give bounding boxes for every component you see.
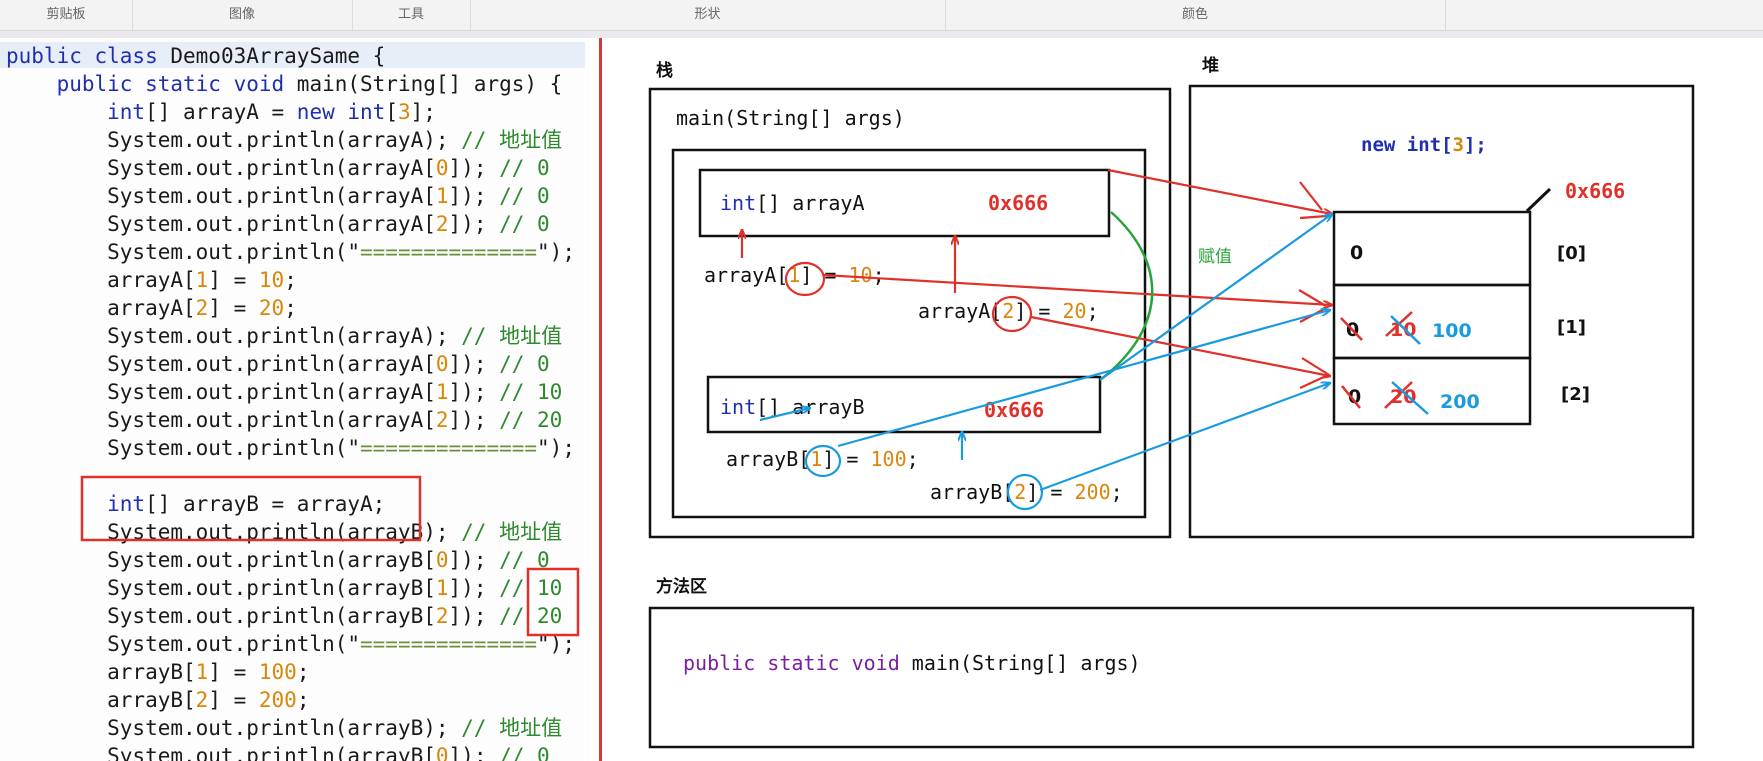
var-arrayA-type: int — [720, 191, 756, 215]
var-arrayB-label: int[] arrayB — [720, 395, 865, 419]
method-area-box — [648, 606, 1695, 749]
heap-cell-1-new: 100 — [1432, 320, 1472, 342]
heap-label: 堆 — [1202, 55, 1219, 76]
var-arrayA-label: int[] arrayA — [720, 191, 865, 215]
heap-cell-0-value: 0 — [1350, 242, 1363, 264]
var-arrayB-type: int — [720, 395, 756, 419]
memory-diagram: 栈 main(String[] args) int[] arrayA 0x666… — [80, 55, 1695, 749]
heap-cell-2-new: 200 — [1440, 391, 1480, 413]
heap-cell-1-index: [1] — [1557, 317, 1586, 338]
assign-annotation-label: 赋值 — [1198, 247, 1232, 267]
method-signature: public static void main(String[] args) — [683, 651, 1141, 675]
heap-cell-0 — [1332, 210, 1532, 287]
heap-address: 0x666 — [1565, 179, 1625, 203]
heap-cell-2-index: [2] — [1561, 384, 1590, 405]
heap-cell-2 — [1332, 356, 1532, 426]
assign-arrayB-1: arrayB[1] = 100; — [726, 447, 919, 471]
stack-frame-label: main(String[] args) — [676, 106, 905, 130]
assign-arrayA-2: arrayA[2] = 20; — [918, 299, 1099, 323]
method-area-label: 方法区 — [656, 576, 707, 597]
stack-label: 栈 — [656, 60, 673, 81]
var-arrayA-address: 0x666 — [988, 191, 1048, 215]
heap-cell-0-index: [0] — [1557, 243, 1586, 264]
heap-new-expression: new int[3]; — [1361, 134, 1487, 156]
var-arrayB-name: [] arrayB — [756, 395, 864, 419]
assign-arrayB-2: arrayB[2] = 200; — [930, 480, 1123, 504]
highlight-box-arrayB-decl — [80, 475, 422, 542]
var-arrayA-name: [] arrayA — [756, 191, 864, 215]
highlight-box-values — [526, 567, 580, 637]
heap-address-tick — [1525, 187, 1552, 213]
var-arrayB-address: 0x666 — [984, 398, 1044, 422]
